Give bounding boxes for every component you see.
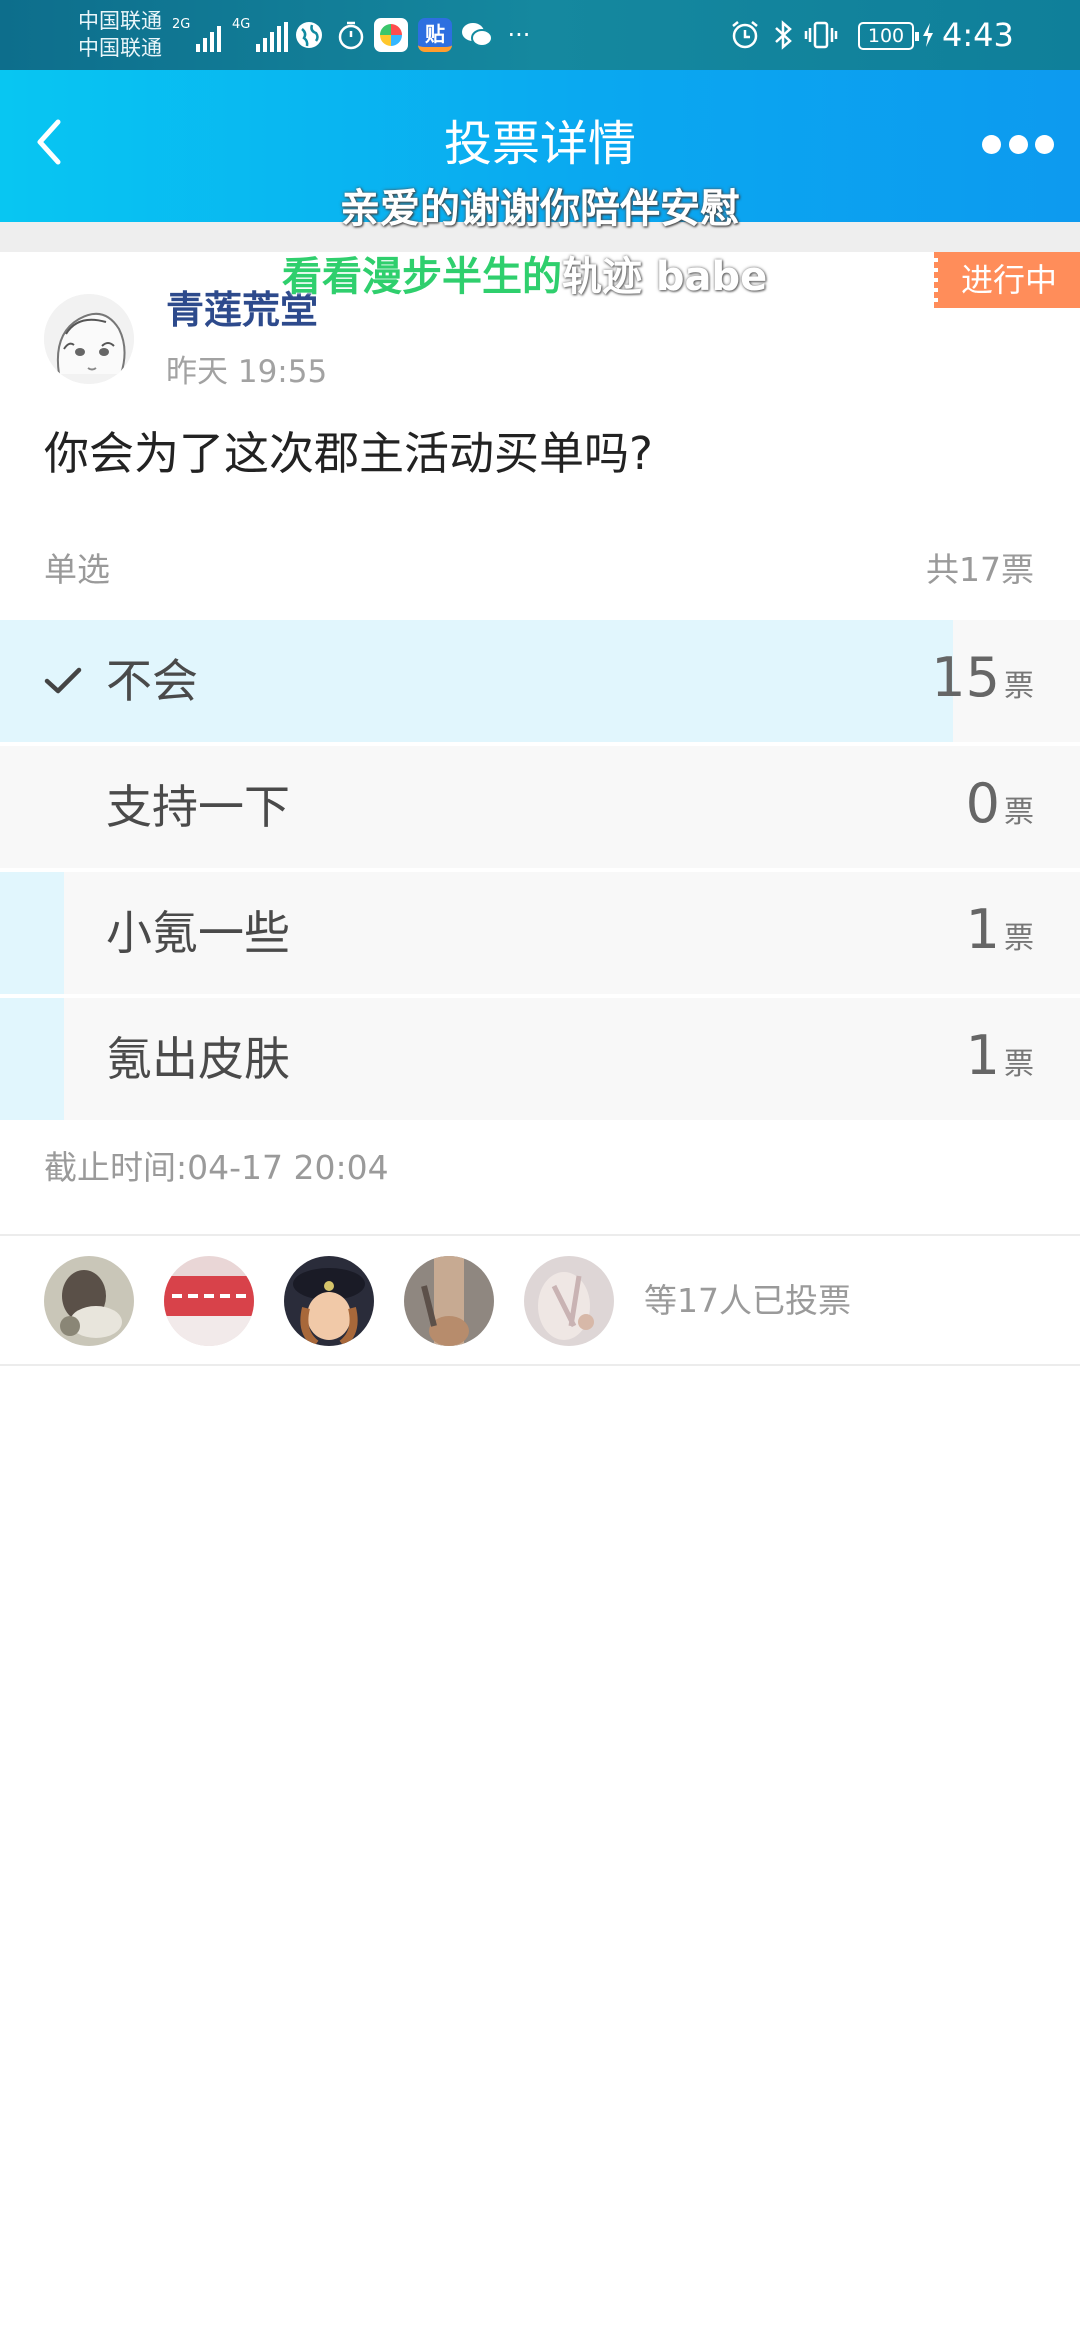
clock: 4:43 [942,16,1014,54]
wechat-icon [460,18,494,52]
signal-2g-icon: 2G [172,17,222,52]
voter-photo-image [404,1256,494,1346]
option-result-bar [0,998,64,1120]
vote-unit: 票 [1004,921,1034,956]
carrier-1: 中国联通 [78,9,162,33]
poll-deadline: 截止时间:04-17 20:04 [44,1148,389,1187]
vote-unit: 票 [1004,1047,1034,1082]
option-label: 支持一下 [106,780,290,834]
option-vote-count: 1票 [966,1024,1034,1088]
option-count-value: 0 [965,772,1000,835]
divider [0,1234,1080,1236]
voter-photo-image [284,1256,374,1346]
option-count-value: 1 [965,1024,1000,1087]
vote-unit: 票 [1004,669,1034,704]
vote-type-label: 单选 [44,550,110,589]
voter-list[interactable]: 等17人已投票 [44,1256,851,1346]
option-label: 小氪一些 [106,906,290,960]
voter-avatar[interactable] [524,1256,614,1346]
more-notifications: ··· [507,21,531,49]
page-title: 投票详情 [443,116,636,172]
poll-status-badge: 进行中 [934,252,1080,308]
voter-avatar[interactable] [44,1256,134,1346]
voters-count-label[interactable]: 等17人已投票 [644,1279,851,1323]
poll-options: 不会 15 票 支持一下 0票 小氪一些 1票 氪出皮肤 1票 [0,620,1080,1124]
option-vote-count: 0票 [966,772,1034,836]
dot-icon [982,134,1001,154]
poll-option[interactable]: 氪出皮肤 1票 [0,998,1080,1120]
voter-photo-image [524,1256,614,1346]
carrier-names: 中国联通 中国联通 [78,8,162,62]
option-label: 氪出皮肤 [106,1032,290,1086]
option-result-bar [0,872,64,994]
poll-option[interactable]: 小氪一些 1票 [0,872,1080,994]
option-vote-count: 15 票 [931,646,1034,710]
network-2g-label: 2G [172,17,191,32]
lyric-overlay-line2: 看看漫步半生的轨迹 babe [282,244,767,302]
checkmark-icon [44,667,82,694]
carrier-2: 中国联通 [78,36,162,60]
voter-avatar[interactable] [284,1256,374,1346]
alarm-icon [728,18,762,52]
dot-icon [1035,134,1054,154]
bluetooth-icon [766,18,800,52]
lyric-sung-part: 看看漫步半生的 [282,254,562,300]
globe-icon [292,18,326,52]
status-bar: 中国联通 中国联通 2G 4G 贴 ··· 100 4:43 [0,0,1080,70]
post-time: 昨天 19:55 [166,354,328,390]
option-label: 不会 [106,654,198,708]
dot-icon [1008,134,1028,154]
battery-icon: 100 [858,22,919,50]
signal-4g-icon: 4G [232,17,289,52]
option-count-value: 1 [965,898,1000,961]
tieba-app-icon: 贴 [418,18,452,52]
vote-total: 共17票 [926,550,1034,589]
app-browser-icon [374,18,408,52]
charging-icon [918,18,938,52]
vibrate-icon [804,18,838,52]
voter-avatar[interactable] [404,1256,494,1346]
network-4g-label: 4G [232,17,251,32]
voter-avatar[interactable] [164,1256,254,1346]
anime-avatar-image [44,294,134,384]
vote-unit: 票 [1004,795,1034,830]
author-avatar[interactable] [44,294,134,384]
poll-option[interactable]: 支持一下 0票 [0,746,1080,868]
voter-photo-image [44,1256,134,1346]
voter-photo-image [164,1256,254,1346]
option-vote-count: 1票 [966,898,1034,962]
lyric-overlay-line1: 亲爱的谢谢你陪伴安慰 [340,186,740,232]
timer-icon [334,18,368,52]
lyric-remaining-part: 轨迹 babe [562,254,768,300]
poll-option[interactable]: 不会 15 票 [0,620,1080,742]
option-count-value: 15 [931,646,1000,709]
poll-question: 你会为了这次郡主活动买单吗? [44,427,653,480]
divider [0,1364,1080,1366]
more-options-button[interactable] [982,126,1054,162]
